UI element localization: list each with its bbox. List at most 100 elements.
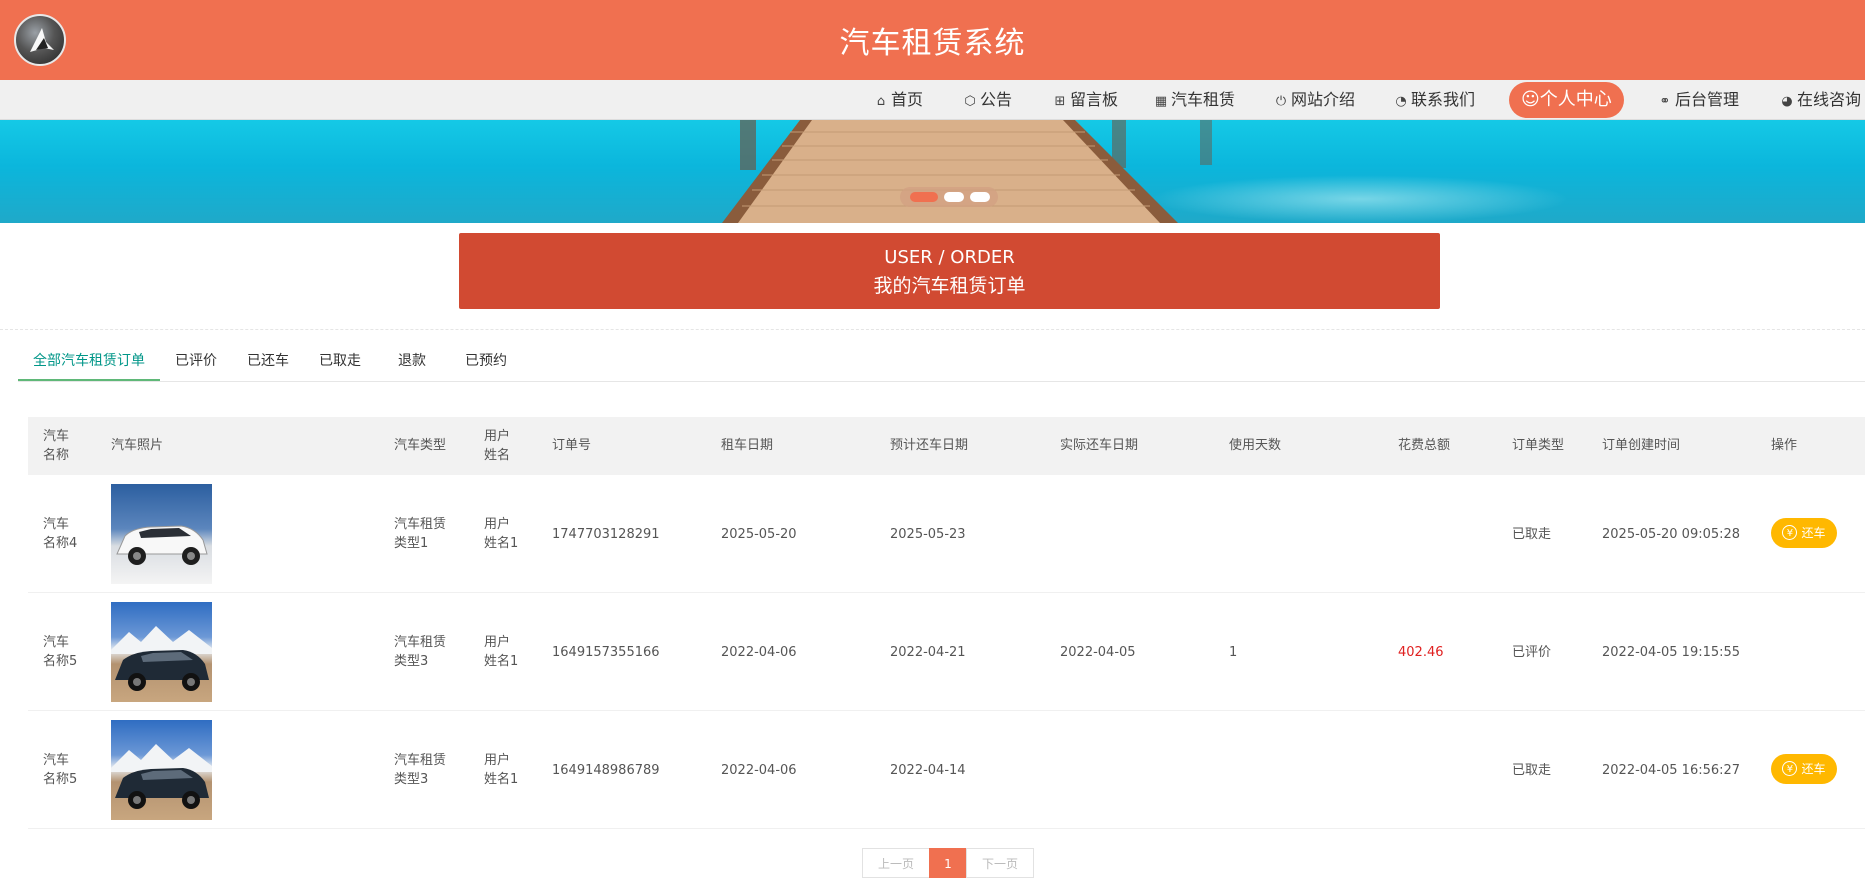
- expected-return-date: 2025-05-23: [890, 527, 966, 542]
- header-rent-date: 租车日期: [721, 438, 774, 453]
- created-time: 2022-04-05 19:15:55: [1602, 645, 1741, 660]
- home-icon: ⌂: [876, 94, 886, 109]
- order-tabs: 全部汽车租赁订单 已评价 已还车 已取走 退款 已预约: [18, 344, 1865, 382]
- gift-icon: ⊞: [1054, 94, 1066, 109]
- table-row: 汽车 名称5 汽车租赁 类型3 用户 姓名1 1649157355166 202…: [28, 593, 1865, 711]
- order-type: 已取走: [1512, 527, 1552, 542]
- header-user-name: 用户 姓名: [484, 429, 511, 463]
- palette-icon: ◔: [1395, 94, 1407, 109]
- rent-date: 2022-04-06: [721, 645, 797, 660]
- yen-icon: ¥: [1782, 525, 1798, 540]
- return-car-label: 还车: [1801, 762, 1826, 776]
- nav-item-label: 汽车租赁: [1171, 90, 1236, 109]
- tab-reserved[interactable]: 已预约: [448, 344, 524, 381]
- rent-date: 2025-05-20: [721, 527, 797, 542]
- carousel-indicator: [900, 187, 998, 207]
- order-no: 1649148986789: [552, 763, 660, 778]
- section-title: USER / ORDER 我的汽车租赁订单: [459, 233, 1440, 309]
- car-name: 汽车 名称5: [43, 753, 78, 787]
- calendar-icon: ▦: [1154, 94, 1168, 109]
- header-order-no: 订单号: [552, 438, 592, 453]
- pier-image: [722, 120, 1212, 223]
- nav-item-home[interactable]: ⌂ 首页: [873, 80, 923, 120]
- car-photo[interactable]: [111, 720, 212, 820]
- carousel-dot-active[interactable]: [910, 192, 938, 202]
- created-time: 2022-04-05 16:56:27: [1602, 763, 1741, 778]
- nav-item-contact-us[interactable]: ◔ 联系我们: [1393, 80, 1475, 120]
- tab-picked-up[interactable]: 已取走: [304, 344, 376, 381]
- chat-icon: ◕: [1781, 94, 1793, 109]
- car-type: 汽车租赁 类型3: [394, 753, 447, 787]
- site-header: 汽车租赁系统: [0, 0, 1865, 80]
- user-name: 用户 姓名1: [484, 635, 519, 669]
- nav-item-label: 个人中心: [1539, 89, 1612, 110]
- carousel-dot[interactable]: [944, 192, 964, 202]
- header-car-type: 汽车类型: [394, 438, 447, 453]
- cube-icon: ⬡: [964, 94, 976, 109]
- main-nav: ⌂ 首页 ⬡ 公告 ⊞ 留言板 ▦ 汽车租赁 ⏻ 网站介绍 ◔ 联系我们 ☺个人中心 ⚭ 后台…: [0, 80, 1865, 120]
- section-title-en: USER / ORDER: [884, 247, 1015, 268]
- user-name: 用户 姓名1: [484, 753, 519, 787]
- nav-item-label: 后台管理: [1675, 90, 1740, 109]
- car-photo[interactable]: [111, 602, 212, 702]
- yen-icon: ¥: [1782, 761, 1798, 776]
- return-car-button[interactable]: ¥ 还车: [1771, 754, 1837, 784]
- power-icon: ⏻: [1275, 94, 1287, 109]
- table-header: 汽车 名称 汽车照片 汽车类型 用户 姓名 订单号 租车日期 预计还车日期 实际…: [28, 417, 1865, 475]
- car-photo[interactable]: [111, 484, 212, 584]
- nav-item-car-rental[interactable]: ▦ 汽车租赁: [1153, 80, 1235, 120]
- nav-item-about-site[interactable]: ⏻ 网站介绍: [1273, 80, 1355, 120]
- nav-item-label: 网站介绍: [1291, 90, 1356, 109]
- order-type: 已取走: [1512, 763, 1552, 778]
- order-no: 1747703128291: [552, 527, 660, 542]
- site-title: 汽车租赁系统: [839, 26, 1026, 61]
- nav-item-admin[interactable]: ⚭ 后台管理: [1657, 80, 1739, 120]
- header-photo: 汽车照片: [111, 438, 164, 453]
- section-title-cn: 我的汽车租赁订单: [873, 275, 1026, 297]
- header-actual-return: 实际还车日期: [1060, 438, 1139, 453]
- car-type: 汽车租赁 类型3: [394, 635, 447, 669]
- divider: [0, 329, 1865, 330]
- table-row: 汽车 名称4 汽车租赁 类型1 用户 姓名1 1747703128291 202…: [28, 475, 1865, 593]
- header-car-name: 汽车 名称: [43, 429, 70, 463]
- car-name: 汽车 名称5: [43, 635, 78, 669]
- order-type: 已评价: [1512, 645, 1552, 660]
- nav-item-notice[interactable]: ⬡ 公告: [962, 80, 1012, 120]
- created-time: 2025-05-20 09:05:28: [1602, 527, 1741, 542]
- nav-item-label: 首页: [891, 90, 924, 109]
- carousel-dot[interactable]: [970, 192, 990, 202]
- user-icon: ☺: [1521, 89, 1540, 110]
- nav-item-online-consult[interactable]: ◕ 在线咨询: [1779, 80, 1861, 120]
- nav-item-label: 在线咨询: [1797, 90, 1862, 109]
- return-car-label: 还车: [1801, 526, 1826, 540]
- user-name: 用户 姓名1: [484, 517, 519, 551]
- days-used: 1: [1229, 645, 1238, 660]
- car-name: 汽车 名称4: [43, 517, 78, 551]
- header-created: 订单创建时间: [1602, 438, 1681, 453]
- rent-date: 2022-04-06: [721, 763, 797, 778]
- link-icon: ⚭: [1659, 94, 1671, 109]
- nav-item-label: 联系我们: [1411, 90, 1476, 109]
- tab-returned[interactable]: 已还车: [232, 344, 304, 381]
- nav-item-personal-center[interactable]: ☺个人中心: [1509, 82, 1624, 118]
- tab-refund[interactable]: 退款: [376, 344, 448, 381]
- header-expected-return: 预计还车日期: [890, 438, 969, 453]
- nav-item-label: 公告: [980, 90, 1013, 109]
- expected-return-date: 2022-04-21: [890, 645, 966, 660]
- car-type: 汽车租赁 类型1: [394, 517, 447, 551]
- header-total: 花费总额: [1398, 438, 1451, 453]
- expected-return-date: 2022-04-14: [890, 763, 966, 778]
- actual-return-date: 2022-04-05: [1060, 645, 1136, 660]
- header-action: 操作: [1771, 438, 1798, 453]
- tab-reviewed[interactable]: 已评价: [160, 344, 232, 381]
- table-row: 汽车 名称5 汽车租赁 类型3 用户 姓名1 1649148986789 202…: [28, 711, 1865, 829]
- nav-item-message-board[interactable]: ⊞ 留言板: [1052, 80, 1118, 120]
- return-car-button[interactable]: ¥ 还车: [1771, 518, 1837, 548]
- header-order-type: 订单类型: [1512, 438, 1565, 453]
- total-cost: 402.46: [1398, 645, 1444, 660]
- tab-all-orders[interactable]: 全部汽车租赁订单: [18, 344, 160, 381]
- header-days: 使用天数: [1229, 438, 1282, 453]
- nav-item-label: 留言板: [1070, 90, 1119, 109]
- banner-carousel[interactable]: [0, 120, 1865, 223]
- order-no: 1649157355166: [552, 645, 660, 660]
